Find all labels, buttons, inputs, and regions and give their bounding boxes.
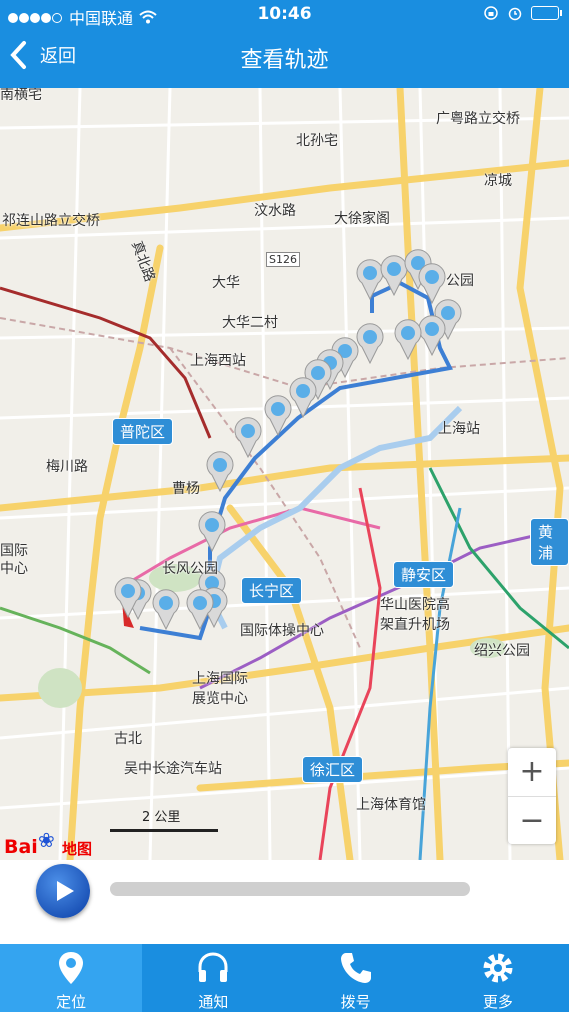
- map-label: 广粤路立交桥: [436, 111, 520, 127]
- headphones-icon: [198, 952, 228, 982]
- page-title: 查看轨迹: [240, 48, 329, 73]
- district-label: 普陀区: [112, 418, 174, 445]
- track-pin-icon: [198, 511, 226, 552]
- map-label: 上海国际展览中心: [192, 671, 248, 707]
- map-view[interactable]: 南横宅 广粤路立交桥 北孙宅 凉城 祁连山路立交桥 汶水路 大徐家阁 真北路 S…: [0, 88, 569, 860]
- map-label: 华山医院高架直升机场: [380, 597, 450, 633]
- tab-label: 更多: [482, 993, 513, 1011]
- track-pin-icon: [186, 589, 214, 630]
- baidu-logo: Bai ❀ 地图: [4, 826, 100, 860]
- logo-text: Bai: [4, 836, 38, 858]
- track-pin-icon: [264, 395, 292, 436]
- map-label: 长风公园: [162, 561, 218, 577]
- play-button[interactable]: [36, 864, 90, 918]
- map-scale: 2 公里: [110, 806, 218, 832]
- status-bar: 中国联通 10:46: [0, 0, 569, 28]
- map-label: 公园: [446, 273, 474, 289]
- map-label: S126: [266, 252, 300, 267]
- tab-label: 通知: [198, 993, 229, 1011]
- map-label: 大徐家阁: [334, 211, 390, 227]
- alarm-icon: [508, 7, 522, 21]
- gear-icon: [483, 953, 513, 983]
- district-label: 徐汇区: [302, 756, 364, 783]
- district-label: 长宁区: [241, 577, 303, 604]
- zoom-out-button[interactable]: −: [508, 796, 556, 845]
- zoom-control: + −: [508, 748, 556, 844]
- tab-label: 定位: [56, 993, 87, 1011]
- track-pin-icon: [152, 589, 180, 630]
- map-label: 北孙宅: [296, 133, 338, 149]
- tab-locate[interactable]: 定位: [0, 944, 143, 1012]
- tab-notify[interactable]: 通知: [142, 944, 284, 1012]
- track-pin-icon: [206, 451, 234, 492]
- nav-bar: 返回 查看轨迹: [0, 28, 569, 88]
- tab-more[interactable]: 更多: [427, 944, 569, 1012]
- logo-map-text: 地图: [62, 840, 93, 858]
- map-label: 祁连山路立交桥: [2, 213, 100, 229]
- map-label: 上海西站: [190, 353, 246, 369]
- playback-progress-bar[interactable]: [110, 882, 470, 896]
- battery-icon: [531, 6, 562, 20]
- map-label: 古北: [114, 731, 142, 747]
- map-label: 绍兴公园: [474, 643, 530, 659]
- map-label: 凉城: [484, 173, 512, 189]
- play-icon: [57, 881, 74, 901]
- tab-dial[interactable]: 拨号: [285, 944, 427, 1012]
- track-pin-icon: [394, 319, 422, 360]
- status-right: [483, 5, 562, 21]
- map-label: 上海体育馆: [356, 797, 426, 813]
- map-label: 大华二村: [222, 315, 278, 331]
- map-label: 吴中长途汽车站: [124, 761, 222, 777]
- paw-icon: ❀: [38, 828, 55, 852]
- map-label: 国际体操中心: [240, 623, 324, 639]
- map-label: 梅川路: [46, 459, 88, 475]
- track-pin-icon: [114, 577, 142, 618]
- map-label: 大华: [212, 275, 240, 291]
- district-label: 黄浦: [530, 518, 569, 566]
- district-label: 静安区: [393, 561, 455, 588]
- tab-label: 拨号: [340, 993, 371, 1011]
- scale-label: 2 公里: [142, 810, 181, 825]
- track-pin-icon: [234, 417, 262, 458]
- map-label: 汶水路: [254, 203, 296, 219]
- orientation-lock-icon: [484, 6, 498, 20]
- zoom-in-button[interactable]: +: [508, 748, 556, 796]
- map-label: 上海站: [438, 421, 480, 437]
- map-label: 中心: [0, 561, 28, 577]
- map-label: 南横宅: [0, 88, 42, 103]
- map-label: 曹杨: [172, 481, 200, 497]
- location-pin-icon: [59, 952, 84, 984]
- tab-bar: 定位 通知 拨号 更多: [0, 944, 569, 1012]
- phone-icon: [340, 953, 371, 983]
- scale-bar: [110, 829, 218, 832]
- map-label: 国际: [0, 543, 28, 559]
